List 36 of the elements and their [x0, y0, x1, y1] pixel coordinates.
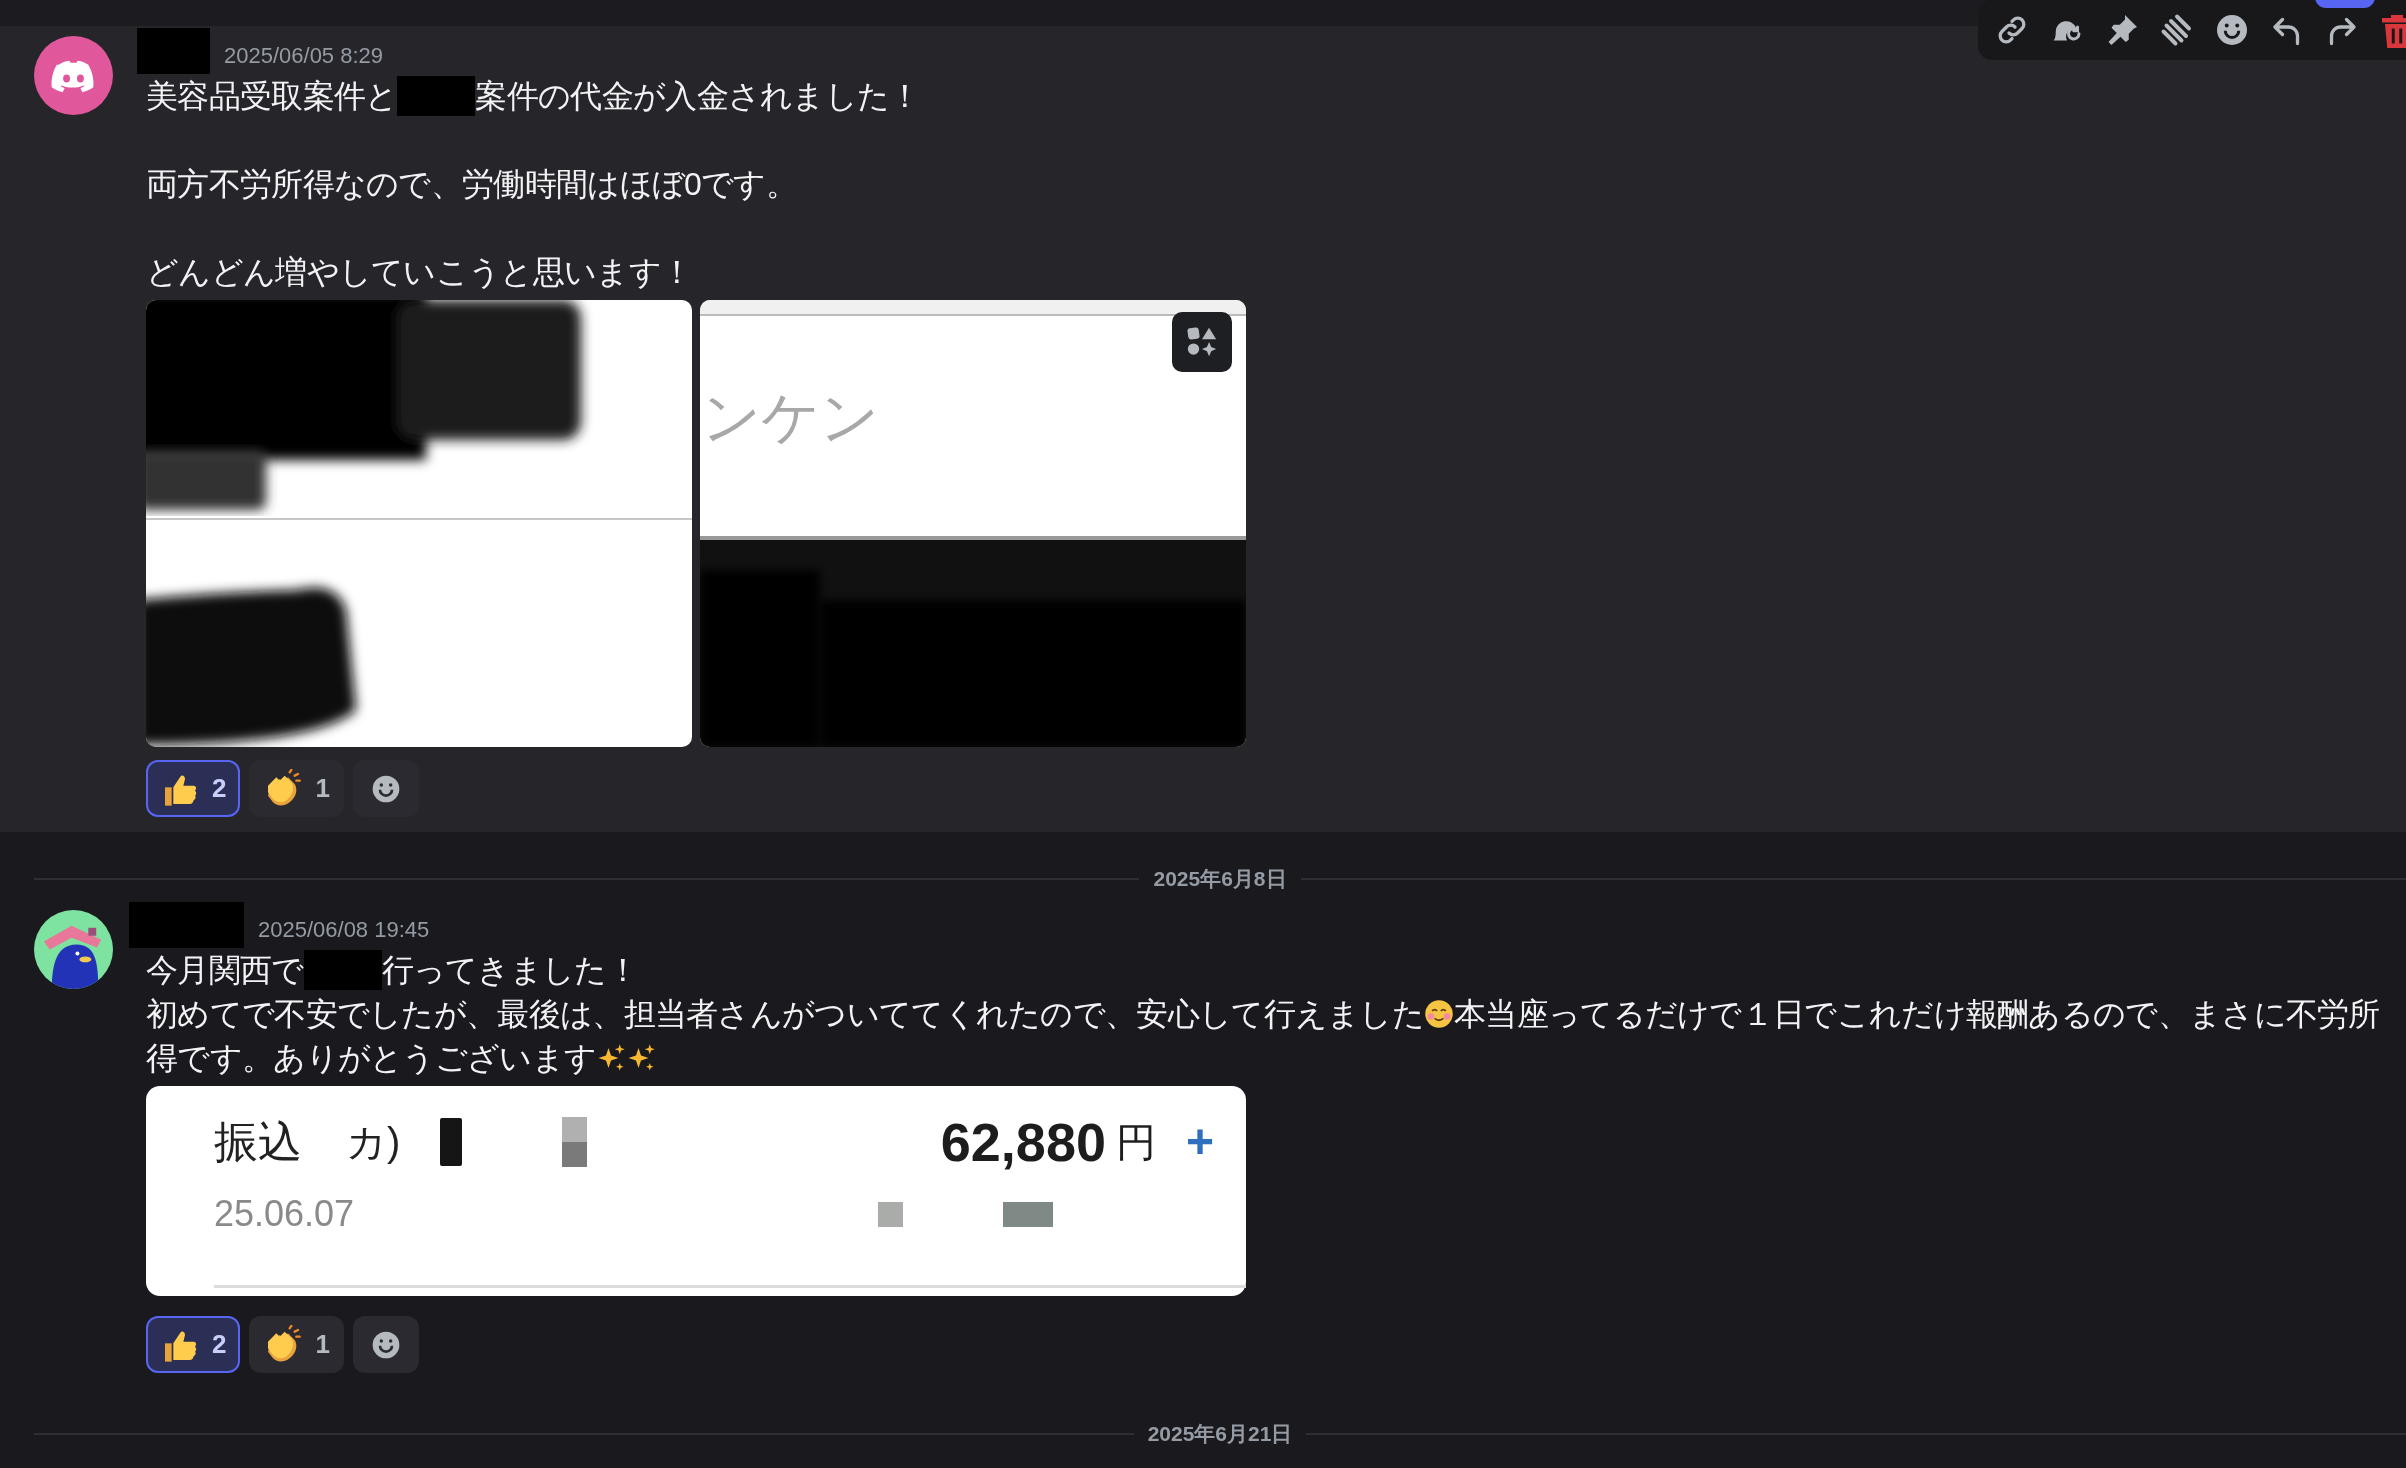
message-text: 案件の代金が入金されました！: [475, 77, 921, 116]
apps-button[interactable]: [1172, 312, 1232, 372]
date-divider: 2025年6月8日: [1152, 866, 1288, 893]
date-divider: 2025年6月21日: [1146, 1421, 1294, 1448]
reaction-button[interactable]: 1: [249, 1316, 344, 1373]
timestamp: 2025/06/08 19:45: [258, 916, 430, 944]
screenshot-image[interactable]: [700, 300, 1246, 747]
message-text: 行ってきました！: [381, 951, 638, 990]
message-text: 初めてで不安でしたが、最後は、担当者さんがついててくれたので、安心して行えました: [146, 995, 1424, 1034]
redaction-bar: [440, 1118, 463, 1166]
message-text: 両方不労所得なので、労働時間はほぼ0です。: [146, 165, 798, 204]
avatar[interactable]: [34, 36, 113, 115]
message-text: 美容品受取案件と: [146, 77, 398, 116]
message-text: 本当座ってるだけで１日でこれだけ報酬あるので、まさに不労所: [1454, 995, 2380, 1034]
message-text: 得です。ありがとうございます: [146, 1039, 597, 1078]
reaction-button[interactable]: 2: [146, 760, 241, 817]
reaction-button[interactable]: 2: [146, 1316, 241, 1373]
payee-text: カ): [346, 1119, 401, 1166]
pixelation-block: [878, 1201, 904, 1227]
message-text: どんどん増やしていこうと思います！: [146, 253, 693, 292]
screenshot-image[interactable]: [146, 300, 692, 747]
amount-text: 62,880: [940, 1110, 1106, 1174]
currency-text: 円: [1115, 1119, 1156, 1166]
smiley-icon[interactable]: [2214, 12, 2250, 48]
image-text: ンケン: [702, 388, 879, 446]
plus-sign: +: [1185, 1114, 1214, 1170]
timestamp: 2025/06/05 8:29: [224, 42, 384, 70]
transfer-label: 振込: [214, 1116, 302, 1168]
message-text: 今月関西で: [146, 951, 304, 990]
add-reaction-button[interactable]: [352, 1316, 419, 1373]
pixelation-block: [1003, 1201, 1054, 1227]
pixelation-block: [562, 1117, 588, 1167]
date-text: 25.06.07: [214, 1192, 355, 1236]
reaction-button[interactable]: 1: [249, 760, 344, 817]
add-reaction-button[interactable]: [352, 760, 419, 817]
blushing-face-icon: [1424, 999, 1454, 1029]
